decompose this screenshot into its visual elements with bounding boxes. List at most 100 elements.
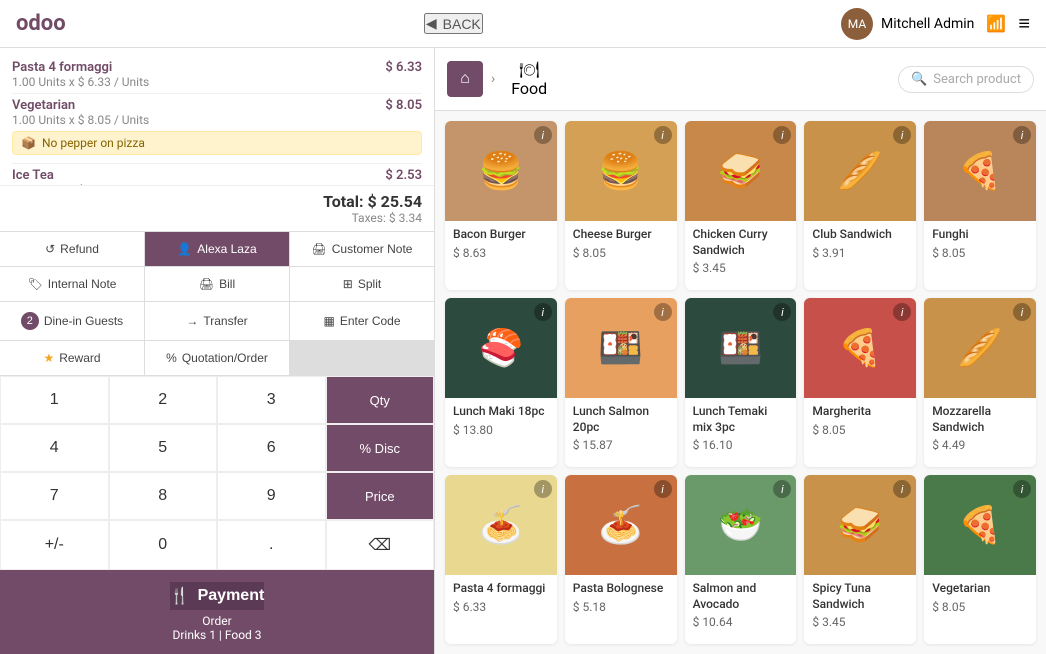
- item-detail: 1.00 Units x $ 6.33 / Units: [12, 75, 422, 89]
- action-btn-reward[interactable]: ★Reward: [0, 341, 144, 375]
- numpad-key-[interactable]: .: [217, 520, 326, 570]
- product-card[interactable]: 🍝 i Pasta Bolognese $ 5.18: [565, 475, 677, 644]
- action-btn-internal-note[interactable]: 🏷Internal Note: [0, 267, 144, 301]
- product-name: Vegetarian: [932, 581, 1028, 597]
- home-button[interactable]: ⌂: [447, 61, 483, 97]
- product-name: Lunch Maki 18pc: [453, 404, 549, 420]
- product-info: Cheese Burger $ 8.05: [565, 221, 677, 268]
- action-btn-customer-note[interactable]: 🖨Customer Note: [290, 232, 434, 266]
- action-btn-dine-in-guests[interactable]: 2Dine-in Guests: [0, 302, 144, 340]
- product-price: $ 3.45: [812, 615, 908, 629]
- product-info-icon[interactable]: i: [534, 303, 552, 321]
- product-name: Spicy Tuna Sandwich: [812, 581, 908, 612]
- numpad-key-6[interactable]: 6: [217, 424, 326, 472]
- payment-button[interactable]: 🍴 Payment: [170, 582, 265, 610]
- product-info-icon[interactable]: i: [654, 480, 672, 498]
- back-button[interactable]: ◀ BACK: [424, 13, 483, 34]
- action-btn-alexa-laza[interactable]: 👤Alexa Laza: [145, 232, 289, 266]
- action-btn-label: Quotation/Order: [182, 351, 268, 365]
- item-note: 📦No pepper on pizza: [12, 131, 422, 155]
- item-name: Pasta 4 formaggi: [12, 60, 112, 75]
- product-price: $ 8.63: [453, 246, 549, 260]
- product-card[interactable]: 🍣 i Lunch Maki 18pc $ 13.80: [445, 298, 557, 467]
- tax-amount: Taxes: $ 3.34: [12, 211, 422, 225]
- action-btn-label: Reward: [59, 351, 100, 365]
- numpad-key-2[interactable]: 2: [109, 376, 218, 424]
- product-card[interactable]: 🍕 i Vegetarian $ 8.05: [924, 475, 1036, 644]
- action-btn-quotation-order[interactable]: %Quotation/Order: [145, 341, 289, 375]
- numpad-key-Qty[interactable]: Qty: [326, 376, 435, 424]
- order-item[interactable]: Vegetarian $ 8.05 1.00 Units x $ 8.05 / …: [12, 94, 422, 164]
- action-btn-label: Customer Note: [332, 242, 413, 256]
- food-category[interactable]: 🍽 Food: [503, 56, 555, 102]
- product-info-icon[interactable]: i: [534, 126, 552, 144]
- user-name: Mitchell Admin: [881, 16, 974, 32]
- product-card[interactable]: 🍔 i Cheese Burger $ 8.05: [565, 121, 677, 290]
- product-info-icon[interactable]: i: [1013, 303, 1031, 321]
- item-name: Vegetarian: [12, 98, 75, 113]
- product-card[interactable]: 🍱 i Lunch Temaki mix 3pc $ 16.10: [685, 298, 797, 467]
- food-category-label: Food: [511, 79, 547, 98]
- search-placeholder: Search product: [933, 72, 1021, 87]
- numpad-key-8[interactable]: 8: [109, 472, 218, 520]
- product-card[interactable]: 🥗 i Salmon and Avocado $ 10.64: [685, 475, 797, 644]
- action-btn-refund[interactable]: ↺Refund: [0, 232, 144, 266]
- product-card[interactable]: 🍕 i Margherita $ 8.05: [804, 298, 916, 467]
- product-card[interactable]: 🍕 i Funghi $ 8.05: [924, 121, 1036, 290]
- product-price: $ 15.87: [573, 438, 669, 452]
- product-name: Mozzarella Sandwich: [932, 404, 1028, 435]
- action-buttons: ↺Refund👤Alexa Laza🖨Customer Note 🏷Interna…: [0, 231, 434, 375]
- left-panel: Pasta 4 formaggi $ 6.33 1.00 Units x $ 6…: [0, 48, 435, 654]
- product-price: $ 10.64: [693, 615, 789, 629]
- product-name: Margherita: [812, 404, 908, 420]
- action-btn-label: Internal Note: [48, 277, 117, 291]
- action-btn-label: Alexa Laza: [197, 242, 256, 256]
- search-box[interactable]: 🔍 Search product: [898, 66, 1034, 93]
- main-content: Pasta 4 formaggi $ 6.33 1.00 Units x $ 6…: [0, 48, 1046, 654]
- product-card[interactable]: 🍱 i Lunch Salmon 20pc $ 15.87: [565, 298, 677, 467]
- numpad-key-1[interactable]: 1: [0, 376, 109, 424]
- product-price: $ 8.05: [573, 246, 669, 260]
- action-btn-label: Dine-in Guests: [44, 314, 123, 328]
- numpad-key-5[interactable]: 5: [109, 424, 218, 472]
- order-item[interactable]: Pasta 4 formaggi $ 6.33 1.00 Units x $ 6…: [12, 56, 422, 94]
- product-info-icon[interactable]: i: [534, 480, 552, 498]
- numpad-key-4[interactable]: 4: [0, 424, 109, 472]
- action-btn-bill[interactable]: 🖨Bill: [145, 267, 289, 301]
- product-card[interactable]: 🍝 i Pasta 4 formaggi $ 6.33: [445, 475, 557, 644]
- numpad-key-9[interactable]: 9: [217, 472, 326, 520]
- product-card[interactable]: 🥪 i Chicken Curry Sandwich $ 3.45: [685, 121, 797, 290]
- action-btn-transfer[interactable]: →Transfer: [145, 302, 289, 340]
- action-btn-split[interactable]: ⊞Split: [290, 267, 434, 301]
- numpad-key-Price[interactable]: Price: [326, 472, 435, 520]
- numpad-key-[interactable]: ⌫: [326, 520, 435, 570]
- product-price: $ 8.05: [932, 600, 1028, 614]
- product-info-icon[interactable]: i: [654, 126, 672, 144]
- product-info: Mozzarella Sandwich $ 4.49: [924, 398, 1036, 460]
- product-price: $ 3.45: [693, 261, 789, 275]
- action-btn-enter-code[interactable]: ▦Enter Code: [290, 302, 434, 340]
- order-label: Order Drinks 1 | Food 3: [172, 614, 261, 642]
- order-item[interactable]: Ice Tea $ 2.53 1.00 Units x $ 2.53 / Uni…: [12, 164, 422, 185]
- product-info: Funghi $ 8.05: [924, 221, 1036, 268]
- right-panel: ⌂ › 🍽 Food 🔍 Search product 🍔 i Bacon Bu…: [435, 48, 1046, 654]
- product-info-icon[interactable]: i: [654, 303, 672, 321]
- product-name: Cheese Burger: [573, 227, 669, 243]
- numpad-key-[interactable]: +/-: [0, 520, 109, 570]
- product-card[interactable]: 🥖 i Mozzarella Sandwich $ 4.49: [924, 298, 1036, 467]
- numpad-key-Disc[interactable]: % Disc: [326, 424, 435, 472]
- product-info-icon[interactable]: i: [1013, 480, 1031, 498]
- order-items-list: Pasta 4 formaggi $ 6.33 1.00 Units x $ 6…: [0, 48, 434, 185]
- numpad-key-7[interactable]: 7: [0, 472, 109, 520]
- numpad-key-3[interactable]: 3: [217, 376, 326, 424]
- product-info-icon[interactable]: i: [1013, 126, 1031, 144]
- product-name: Pasta 4 formaggi: [453, 581, 549, 597]
- user-info: MA Mitchell Admin: [841, 8, 974, 40]
- numpad-key-0[interactable]: 0: [109, 520, 218, 570]
- item-price: $ 8.05: [385, 98, 422, 113]
- product-card[interactable]: 🥪 i Spicy Tuna Sandwich $ 3.45: [804, 475, 916, 644]
- menu-icon[interactable]: ≡: [1018, 11, 1030, 36]
- product-card[interactable]: 🍔 i Bacon Burger $ 8.63: [445, 121, 557, 290]
- product-info: Chicken Curry Sandwich $ 3.45: [685, 221, 797, 283]
- product-card[interactable]: 🥖 i Club Sandwich $ 3.91: [804, 121, 916, 290]
